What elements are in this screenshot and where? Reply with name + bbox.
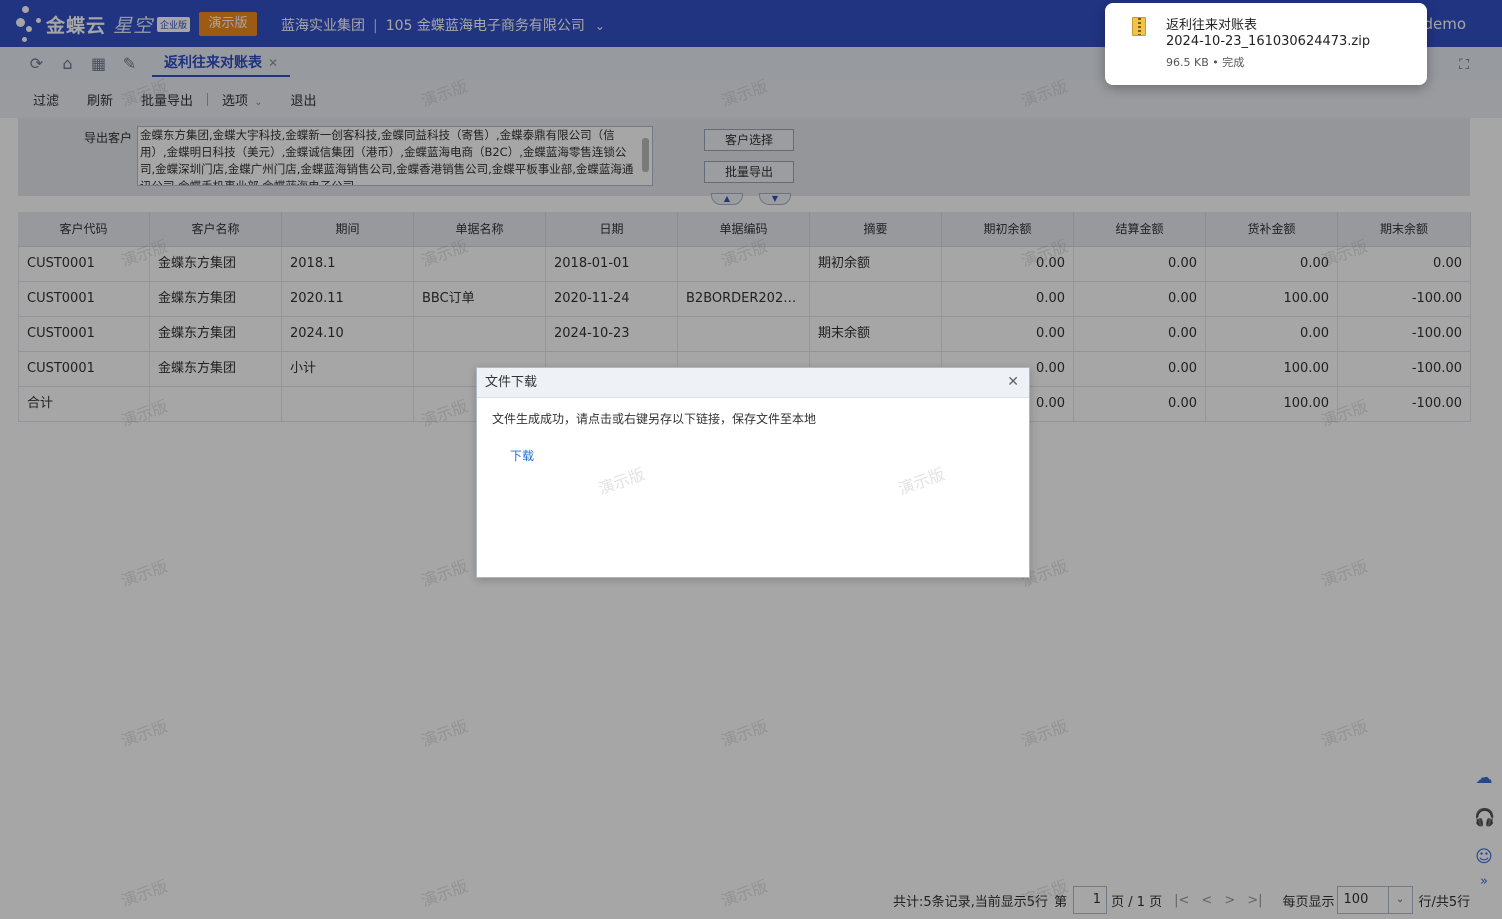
close-icon[interactable]: ✕ <box>1007 374 1019 390</box>
zip-file-icon <box>1132 17 1146 36</box>
file-download-dialog: 文件下载 ✕ 文件生成成功，请点击或右键另存以下链接，保存文件至本地 下载 演示… <box>476 367 1030 578</box>
download-name: 返利往来对账表 <box>1166 18 1258 33</box>
browser-download-popup[interactable]: 返利往来对账表 2024-10-23_161030624473.zip 96.5… <box>1105 3 1427 85</box>
watermark: 演示版 <box>895 464 948 499</box>
dialog-title: 文件下载 <box>477 368 1029 398</box>
download-status: 96.5 KB • 完成 <box>1166 56 1245 69</box>
download-filename[interactable]: 2024-10-23_161030624473.zip <box>1166 34 1370 49</box>
dialog-message: 文件生成成功，请点击或右键另存以下链接，保存文件至本地 <box>492 412 817 426</box>
watermark: 演示版 <box>595 464 648 499</box>
download-link[interactable]: 下载 <box>510 447 534 464</box>
